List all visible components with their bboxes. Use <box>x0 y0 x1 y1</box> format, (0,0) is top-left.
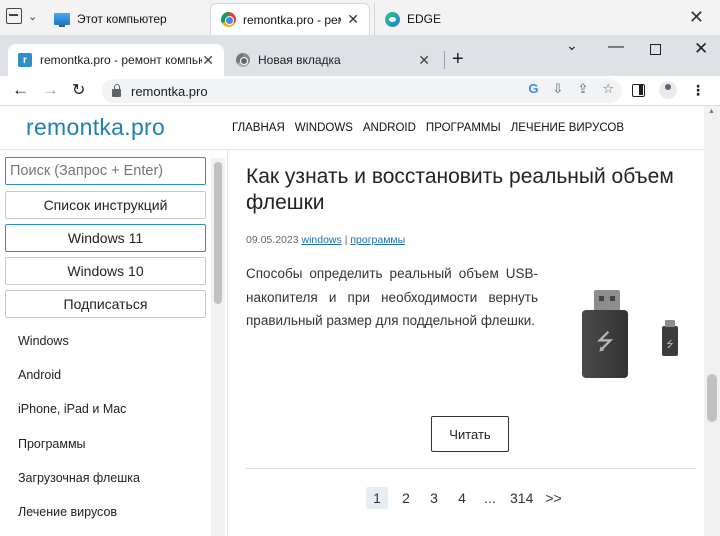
close-window-icon[interactable]: ✕ <box>689 7 704 28</box>
sidebar: Список инструкций Windows 11 Windows 10 … <box>0 150 228 536</box>
sidebar-link-iphone[interactable]: iPhone, iPad и Mac <box>18 402 126 416</box>
sidebar-scrollbar[interactable] <box>211 158 225 536</box>
subscribe-button[interactable]: Подписаться <box>5 290 206 318</box>
page-scroll-thumb[interactable] <box>707 374 717 422</box>
page-1[interactable]: 1 <box>366 487 388 509</box>
minimize-icon[interactable]: — <box>608 38 624 56</box>
nav-android[interactable]: ANDROID <box>363 122 416 134</box>
site-header: remontka.pro ГЛАВНАЯ WINDOWS ANDROID ПРО… <box>0 106 704 150</box>
next-pages[interactable]: >> <box>543 487 563 509</box>
maximize-icon[interactable] <box>650 44 661 55</box>
small-usb-drive-icon: ⭍ <box>662 320 678 356</box>
pagination: 1 2 3 4 ... 314 >> <box>366 487 564 509</box>
computer-icon <box>54 13 70 27</box>
tab-search-chevron-icon[interactable]: ⌄ <box>566 37 578 54</box>
search-input[interactable] <box>5 157 206 185</box>
install-icon[interactable]: ⇩ <box>553 81 564 97</box>
sidebar-link-virus-removal[interactable]: Лечение вирусов <box>18 505 117 519</box>
remontka-favicon-icon: r <box>18 53 32 67</box>
sidebar-link-bootable-usb[interactable]: Загрузочная флешка <box>18 471 140 485</box>
instructions-list-button[interactable]: Список инструкций <box>5 191 206 219</box>
nav-programs[interactable]: ПРОГРАММЫ <box>426 122 501 134</box>
category-link-windows[interactable]: windows <box>301 234 341 246</box>
page-3[interactable]: 3 <box>424 487 444 509</box>
sidebar-link-programs[interactable]: Программы <box>18 437 86 451</box>
browser-tab-strip: r remontka.pro - ремонт компьют ✕ Новая … <box>0 36 720 76</box>
scroll-up-arrow-icon[interactable]: ▲ <box>708 108 715 115</box>
menu-dots-icon[interactable]: ⋮ <box>691 82 705 99</box>
url-text[interactable]: remontka.pro <box>131 84 208 99</box>
side-panel-icon[interactable] <box>632 83 645 97</box>
back-arrow-icon[interactable]: ← <box>12 80 29 100</box>
switcher-menu[interactable]: ⌄ <box>6 8 37 24</box>
article-title[interactable]: Как узнать и восстановить реальный объем… <box>246 164 696 216</box>
nav-home[interactable]: ГЛАВНАЯ <box>232 122 285 134</box>
reload-icon[interactable]: ↻ <box>72 80 85 100</box>
outer-tab-label: Этот компьютер <box>77 12 167 26</box>
forward-arrow-icon[interactable]: → <box>42 80 59 100</box>
chrome-icon <box>221 12 236 27</box>
new-tab-plus-icon[interactable]: + <box>452 48 464 71</box>
read-more-button[interactable]: Читать <box>431 416 509 452</box>
usb-flash-drive-image: ⭍ ⭍ <box>570 290 690 386</box>
profile-avatar-icon[interactable] <box>659 81 677 99</box>
divider <box>246 468 696 469</box>
category-link-programs[interactable]: программы <box>350 234 405 246</box>
omnibox-actions: G ⇩ ⇪ ☆ <box>528 81 614 97</box>
lock-icon <box>112 83 121 97</box>
chevron-down-icon: ⌄ <box>28 10 38 23</box>
nav-windows[interactable]: WINDOWS <box>295 122 353 134</box>
window-switcher-bar: ⌄ Этот компьютер remontka.pro - ремо ✕ E… <box>0 0 720 36</box>
tab-label: Новая вкладка <box>258 53 341 67</box>
sidebar-link-android[interactable]: Android <box>18 368 61 382</box>
category-separator: | <box>344 234 348 246</box>
windows-11-button[interactable]: Windows 11 <box>5 224 206 252</box>
tab-separator <box>444 51 445 69</box>
tab-remontka[interactable]: r remontka.pro - ремонт компьют ✕ <box>8 44 224 76</box>
page-ellipsis: ... <box>484 490 496 506</box>
article-excerpt: Способы определить реальный объем USB-на… <box>246 266 538 328</box>
edge-icon <box>385 11 400 27</box>
article-date: 09.05.2023 <box>246 234 299 246</box>
tab-label: remontka.pro - ремонт компьют <box>40 53 203 67</box>
web-page: remontka.pro ГЛАВНАЯ WINDOWS ANDROID ПРО… <box>0 106 720 536</box>
outer-tab-label: remontka.pro - ремо <box>243 12 341 27</box>
window-icon <box>6 8 22 24</box>
nav-virus-removal[interactable]: ЛЕЧЕНИЕ ВИРУСОВ <box>511 122 624 134</box>
toolbar-right-actions: ⋮ <box>632 81 705 99</box>
usb-connector <box>594 290 620 312</box>
sidebar-link-windows[interactable]: Windows <box>18 334 69 348</box>
top-navigation: ГЛАВНАЯ WINDOWS ANDROID ПРОГРАММЫ ЛЕЧЕНИ… <box>232 122 624 134</box>
share-icon[interactable]: ⇪ <box>577 81 588 97</box>
outer-tab-chrome[interactable]: remontka.pro - ремо ✕ <box>210 3 370 35</box>
page-scrollbar[interactable]: ▲ <box>704 106 720 536</box>
outer-tab-label: EDGE <box>407 12 442 26</box>
outer-tab-edge[interactable]: EDGE <box>374 3 534 35</box>
windows-10-button[interactable]: Windows 10 <box>5 257 206 285</box>
outer-tab-this-pc[interactable]: Этот компьютер <box>44 3 206 35</box>
site-logo[interactable]: remontka.pro <box>26 114 165 141</box>
close-icon[interactable]: ✕ <box>694 39 708 59</box>
page-4[interactable]: 4 <box>452 487 472 509</box>
close-icon[interactable]: ✕ <box>347 11 359 28</box>
article-meta: 09.05.2023 windows | программы <box>246 234 405 246</box>
page-314[interactable]: 314 <box>508 487 535 509</box>
sidebar-scroll-thumb[interactable] <box>214 162 222 304</box>
close-tab-icon[interactable]: ✕ <box>202 52 214 69</box>
page-2[interactable]: 2 <box>396 487 416 509</box>
address-bar[interactable]: remontka.pro G ⇩ ⇪ ☆ <box>102 79 622 103</box>
browser-toolbar: ← → ↻ remontka.pro G ⇩ ⇪ ☆ ⋮ <box>0 76 720 106</box>
main-content: Как узнать и восстановить реальный объем… <box>244 150 696 536</box>
tab-new[interactable]: Новая вкладка ✕ <box>226 44 440 76</box>
bookmark-star-icon[interactable]: ☆ <box>602 81 614 97</box>
close-tab-icon[interactable]: ✕ <box>418 52 430 69</box>
chrome-newtab-icon <box>236 53 250 67</box>
usb-symbol-icon: ⭍ <box>582 310 628 378</box>
google-lens-icon[interactable]: G <box>528 81 538 97</box>
